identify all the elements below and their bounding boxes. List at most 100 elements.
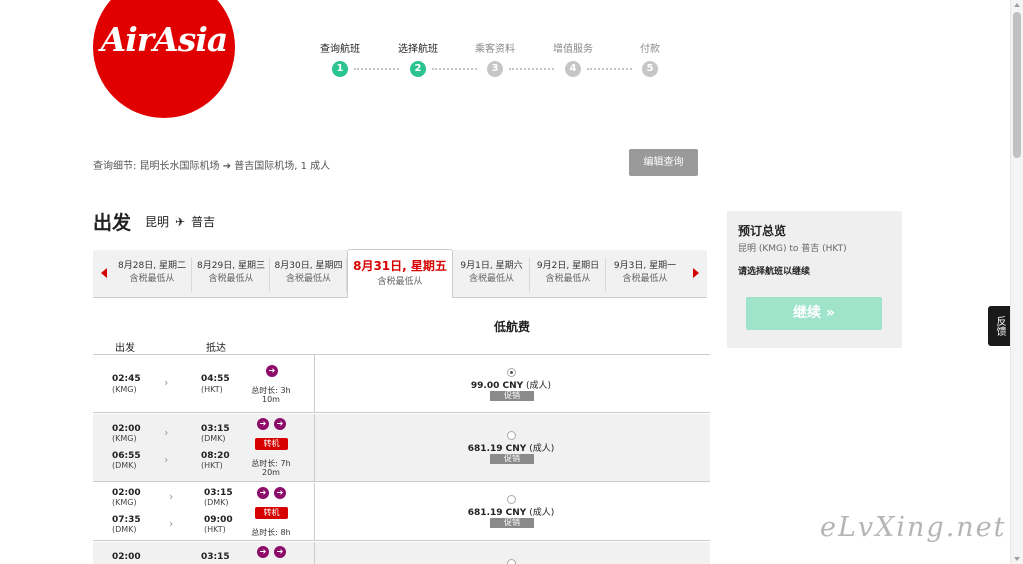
- step-label: 查询航班: [320, 44, 360, 55]
- edit-query-button[interactable]: 编辑查询: [629, 149, 698, 176]
- flight-plane-icon[interactable]: ➔: [257, 418, 269, 430]
- depart-airport: (DMK): [112, 461, 137, 470]
- summary-route: 昆明 (KMG) to 普吉 (HKT): [738, 244, 847, 254]
- query-details: 查询细节: 昆明长水国际机场 ➔ 普吉国际机场, 1 成人: [93, 161, 331, 172]
- origin-city: 昆明: [145, 215, 170, 229]
- duration-label: 总时长: 8h: [251, 528, 291, 537]
- date-sub: 含税最低从: [468, 274, 514, 284]
- promo-badge: 促销: [490, 391, 534, 401]
- pax-type: (成人): [529, 444, 555, 454]
- price-value: 681.19 CNY: [467, 508, 527, 518]
- booking-summary: 预订总览 昆明 (KMG) to 普吉 (HKT) 请选择航班以继续 继续 »: [727, 211, 902, 348]
- date-tab[interactable]: 8月28日, 星期二 含税最低从: [113, 258, 192, 292]
- fare-radio[interactable]: [507, 495, 516, 504]
- chevron-right-icon: ›: [169, 490, 174, 503]
- prev-dates-arrow-icon[interactable]: [101, 268, 107, 278]
- flight-plane-icon[interactable]: ➔: [274, 487, 286, 499]
- step-number: 4: [565, 61, 581, 77]
- chevron-right-icon: ›: [164, 453, 169, 466]
- price-value: 681.19 CNY: [467, 444, 527, 454]
- step-4: 增值服务 4: [533, 40, 613, 77]
- fare-radio[interactable]: [507, 431, 516, 440]
- feedback-tab[interactable]: 反馈: [988, 306, 1010, 346]
- step-2: 选择航班 2: [378, 40, 458, 77]
- depart-time: 07:35: [112, 515, 141, 525]
- step-label: 增值服务: [553, 44, 593, 55]
- flight-row[interactable]: 02:45 (KMG) › 04:55 (HKT) ➔ 总时长: 3h 10m …: [93, 355, 710, 413]
- flight-row[interactable]: 02:00 03:15 ➔ ➔: [93, 542, 710, 564]
- summary-title: 预订总览: [738, 224, 787, 238]
- chevron-right-icon: ›: [164, 376, 169, 389]
- flight-row[interactable]: 02:00 (KMG) › 03:15 (DMK) 06:55 (DMK) › …: [93, 414, 710, 482]
- date-label: 8月31日, 星期五: [353, 259, 447, 273]
- depart-time: 06:55: [112, 451, 141, 461]
- date-sub: 含税最低从: [208, 274, 254, 284]
- date-tab-active[interactable]: 8月31日, 星期五 含税最低从: [347, 249, 453, 298]
- date-sub: 含税最低从: [545, 274, 591, 284]
- airasia-logo[interactable]: AirAsia: [93, 0, 235, 118]
- price-value: 99.00 CNY: [470, 381, 524, 391]
- date-sub: 含税最低从: [129, 274, 175, 284]
- date-sub: 含税最低从: [622, 274, 668, 284]
- departure-route: 昆明 ✈ 普吉: [145, 213, 215, 230]
- depart-airport: (DMK): [112, 525, 137, 534]
- plane-icon: ✈: [175, 215, 186, 229]
- arrive-airport: (DMK): [204, 498, 229, 507]
- fare-header-low: 低航费: [494, 320, 531, 334]
- next-dates-arrow-icon[interactable]: [693, 268, 699, 278]
- date-tab[interactable]: 9月3日, 星期一 含税最低从: [607, 258, 683, 292]
- arrive-time: 04:55: [201, 374, 230, 384]
- arrive-time: 03:15: [201, 552, 230, 562]
- chevron-right-icon: ›: [164, 426, 169, 439]
- flight-plane-icon[interactable]: ➔: [274, 546, 286, 558]
- flight-plane-icon[interactable]: ➔: [257, 487, 269, 499]
- flight-row[interactable]: 02:00 (KMG) › 03:15 (DMK) 07:35 (DMK) › …: [93, 483, 710, 541]
- depart-time: 02:45: [112, 374, 141, 384]
- promo-badge: 促销: [490, 454, 534, 464]
- depart-time: 02:00: [112, 424, 141, 434]
- summary-hint: 请选择航班以继续: [738, 267, 811, 277]
- column-header-arrive: 抵达: [206, 343, 226, 354]
- date-tab[interactable]: 8月30日, 星期四 含税最低从: [271, 258, 347, 292]
- logo-text: AirAsia: [100, 20, 229, 59]
- arrive-airport: (HKT): [201, 385, 223, 394]
- arrive-airport: (HKT): [204, 525, 226, 534]
- scroll-thumb[interactable]: [1013, 12, 1021, 158]
- watermark: eLvXing.net: [820, 512, 1007, 543]
- continue-button[interactable]: 继续 »: [746, 297, 882, 330]
- page-scrollbar[interactable]: [1010, 0, 1023, 564]
- arrive-airport: (HKT): [201, 461, 223, 470]
- scroll-up-icon[interactable]: [1014, 3, 1020, 7]
- duration-minutes: 10m: [262, 395, 280, 404]
- date-label: 8月30日, 星期四: [274, 261, 343, 271]
- date-label: 9月1日, 星期六: [460, 261, 523, 271]
- depart-airport: (KMG): [112, 498, 137, 507]
- fare-radio[interactable]: [507, 559, 516, 564]
- depart-time: 02:00: [112, 488, 141, 498]
- transfer-badge: 转机: [255, 507, 288, 519]
- booking-steps: 查询航班 1 选择航班 2 乘客资料 3 增值服务 4 付款 5: [300, 40, 690, 80]
- step-number: 2: [410, 61, 426, 77]
- arrive-time: 08:20: [201, 451, 230, 461]
- fare-price: 681.19 CNY (成人): [441, 505, 581, 518]
- depart-airport: (KMG): [112, 385, 137, 394]
- step-label: 选择航班: [398, 44, 438, 55]
- duration-minutes: 20m: [262, 468, 280, 477]
- date-selector: 8月28日, 星期二 含税最低从 8月29日, 星期三 含税最低从 8月30日,…: [93, 249, 707, 298]
- depart-time: 02:00: [112, 552, 141, 562]
- departure-title: 出发: [93, 212, 132, 234]
- flight-plane-icon[interactable]: ➔: [266, 365, 278, 377]
- flight-plane-icon[interactable]: ➔: [257, 546, 269, 558]
- date-tab[interactable]: 9月2日, 星期日 含税最低从: [531, 258, 606, 292]
- chevron-right-icon: ›: [169, 517, 174, 530]
- date-sub: 含税最低从: [377, 277, 423, 287]
- arrive-time: 03:15: [204, 488, 233, 498]
- date-tab[interactable]: 8月29日, 星期三 含税最低从: [193, 258, 270, 292]
- promo-badge: 促销: [490, 518, 534, 528]
- scroll-down-icon[interactable]: [1014, 557, 1020, 561]
- arrive-time: 03:15: [201, 424, 230, 434]
- flight-plane-icon[interactable]: ➔: [274, 418, 286, 430]
- column-divider: [314, 355, 315, 413]
- date-tab[interactable]: 9月1日, 星期六 含税最低从: [454, 258, 530, 292]
- fare-radio[interactable]: [507, 368, 516, 377]
